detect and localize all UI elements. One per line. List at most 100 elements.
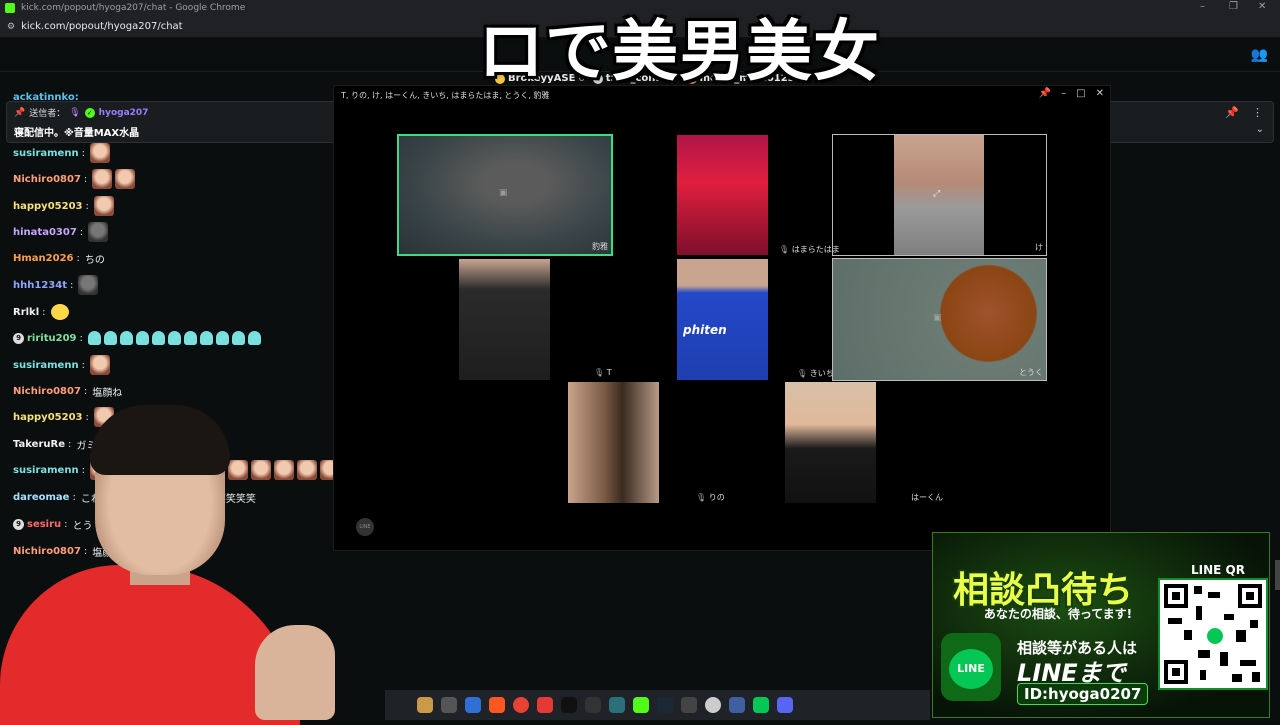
chat-message: hhh1234t:	[13, 273, 99, 297]
participant-name: とうく	[1019, 368, 1043, 377]
discord-icon[interactable]	[777, 697, 793, 713]
more-icon[interactable]: ⋮	[1252, 106, 1263, 119]
stream-overlay-title: ロで美男美女	[478, 13, 880, 90]
scrollbar[interactable]	[1275, 560, 1280, 590]
chat-colon: :	[83, 173, 88, 185]
url-text[interactable]: kick.com/popout/hyoga207/chat	[21, 21, 183, 32]
pinned-author[interactable]: hyoga207	[99, 108, 149, 118]
chat-message: susiramenn:	[13, 141, 110, 165]
emote-icon	[135, 331, 149, 345]
chrome-icon[interactable]	[513, 697, 529, 713]
chat-username[interactable]: happy05203	[13, 201, 83, 212]
app-icon[interactable]	[441, 697, 457, 713]
chat-username[interactable]: riritu209	[27, 333, 77, 344]
app-icon[interactable]	[729, 697, 745, 713]
qr-label: LINE QR	[1191, 563, 1245, 577]
steam-icon[interactable]	[657, 697, 673, 713]
participant-name: 🎙 はまらたはま	[779, 245, 840, 254]
participant-name: 🎙 りの	[696, 493, 725, 502]
video-call-window[interactable]: T, りの, け, はーくん, きいち, はまらたはま, とうく, 豹雅 📌 –…	[333, 85, 1111, 551]
emote-icon	[151, 331, 165, 345]
mic-muted-icon: 🎙	[779, 245, 790, 254]
streamer-webcam	[0, 405, 345, 725]
tiktok-icon[interactable]	[561, 697, 577, 713]
chat-username[interactable]: hhh1234t	[13, 280, 67, 291]
chat-username[interactable]: susiramenn	[13, 148, 79, 159]
participant-tile[interactable]	[459, 259, 550, 380]
expand-icon[interactable]: ⤢	[933, 189, 940, 199]
chat-username[interactable]: Rrlkl	[13, 307, 39, 318]
site-info-icon[interactable]: ⚙	[7, 22, 15, 32]
participant-name: け	[1035, 243, 1043, 252]
chat-username[interactable]: susiramenn	[13, 360, 79, 371]
line-icon[interactable]	[753, 697, 769, 713]
shirt-logo-text: phiten	[683, 323, 727, 337]
participant-name: 🎙 きいち	[797, 369, 834, 378]
chat-message: Rrlkl:	[13, 300, 69, 324]
app-icon[interactable]	[681, 697, 697, 713]
emote-icon	[89, 355, 110, 375]
chat-colon: :	[79, 332, 83, 344]
chat-colon: :	[83, 385, 88, 397]
obs-icon[interactable]	[705, 697, 721, 713]
archive-app-icon[interactable]	[417, 697, 433, 713]
emote-icon	[88, 222, 109, 242]
taskbar	[385, 690, 930, 720]
mic-badge-icon: 🎙	[69, 107, 81, 118]
emote-icon	[92, 169, 113, 189]
app-icon[interactable]	[585, 697, 601, 713]
participant-tile[interactable]	[677, 135, 768, 255]
chat-message: susiramenn:	[13, 353, 110, 377]
users-icon[interactable]: 👥	[1251, 47, 1268, 63]
emote-icon	[215, 331, 229, 345]
camera-off-icon: ▣	[499, 188, 508, 198]
restore-button[interactable]: ❐	[1229, 1, 1238, 12]
participant-tile[interactable]: ▣ 豹雅	[397, 134, 613, 256]
close-call-button[interactable]: ✕	[1096, 88, 1104, 99]
chat-colon: :	[76, 252, 80, 264]
participant-tile[interactable]: phiten	[677, 259, 768, 380]
maximize-call-button[interactable]: □	[1076, 88, 1085, 99]
chat-username[interactable]: Hman2026	[13, 253, 74, 264]
emote-icon	[119, 331, 133, 345]
pin-icon: 📌	[14, 107, 26, 118]
participant-tile[interactable]: ⤢ け	[832, 134, 1047, 256]
emote-icon	[89, 143, 110, 163]
chat-colon: :	[81, 147, 85, 159]
emote-icon	[231, 331, 245, 345]
minimize-call-button[interactable]: –	[1061, 88, 1066, 99]
banner-line-id: ID:hyoga0207	[1017, 683, 1149, 705]
close-window-button[interactable]: ✕	[1258, 1, 1266, 12]
line-logo-icon: LINE	[949, 649, 993, 689]
kick-icon[interactable]	[633, 697, 649, 713]
unpin-icon[interactable]: 📌	[1225, 106, 1239, 119]
minimize-button[interactable]: –	[1200, 1, 1205, 12]
chat-colon: :	[81, 359, 85, 371]
participant-tile[interactable]	[568, 382, 659, 503]
window-title: kick.com/popout/hyoga207/chat - Google C…	[21, 3, 246, 13]
pinned-header: 📌 送信者： 🎙 ✓ hyoga207	[14, 106, 148, 119]
chat-message: hinata0307:	[13, 220, 109, 244]
chat-username[interactable]: Nichiro0807	[13, 174, 81, 185]
chat-colon: :	[85, 200, 89, 212]
chat-colon: :	[69, 279, 74, 291]
chevron-down-icon[interactable]: ⌄	[1256, 124, 1264, 135]
chat-username[interactable]: Nichiro0807	[13, 386, 81, 397]
call-window-controls: 📌 – □ ✕	[1039, 88, 1104, 99]
banner-subheadline: あなたの相談、待ってます!	[983, 607, 1133, 621]
participant-tile[interactable]	[785, 382, 876, 503]
qr-code-icon	[1158, 578, 1268, 690]
verified-badge-icon: ✓	[84, 107, 95, 118]
app-icon[interactable]	[609, 697, 625, 713]
app-icon[interactable]	[537, 697, 553, 713]
chat-username[interactable]: hinata0307	[13, 227, 77, 238]
camera-off-icon: ▣	[933, 313, 942, 323]
emote-icon	[247, 331, 261, 345]
app-icon[interactable]	[465, 697, 481, 713]
brave-icon[interactable]	[489, 697, 505, 713]
participant-tile[interactable]: ▣ とうく	[832, 258, 1047, 381]
chat-text: ちの	[84, 254, 105, 266]
chat-message: Nichiro0807: 塩顔ね	[13, 379, 122, 403]
emote-icon	[167, 331, 181, 345]
pin-window-icon[interactable]: 📌	[1039, 88, 1051, 99]
